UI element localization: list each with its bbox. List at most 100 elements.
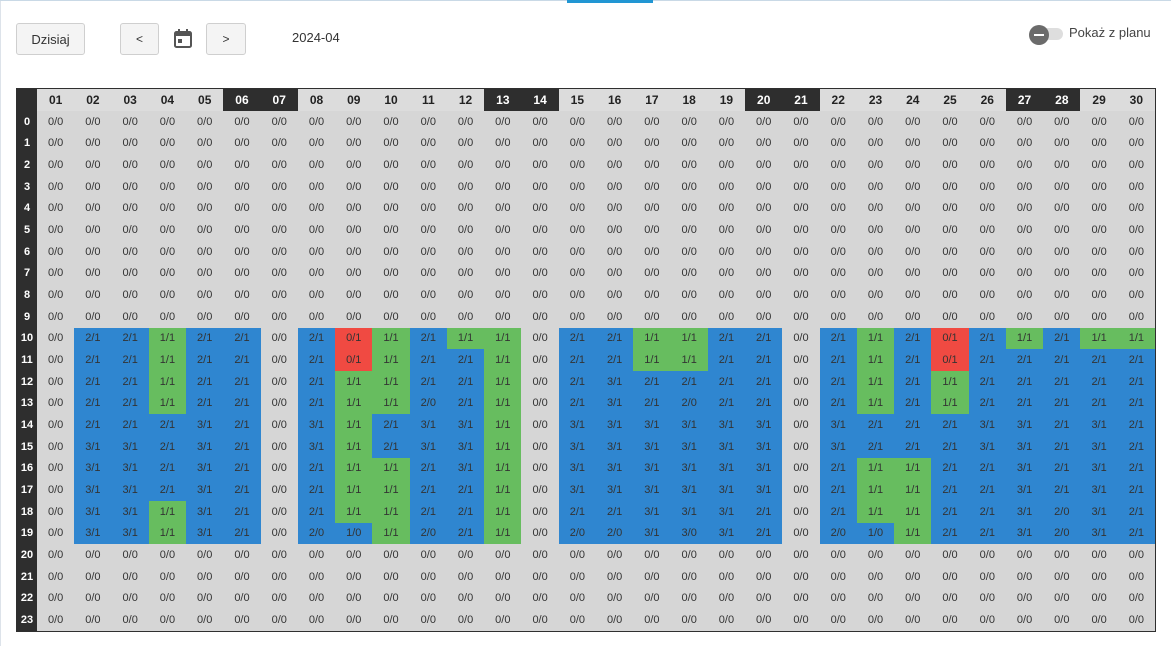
hour-cell: 2/1 <box>446 371 485 393</box>
hour-cell: 0/0 <box>148 566 187 588</box>
hour-cell: 1/1 <box>335 479 373 501</box>
hour-cell: 0/0 <box>372 197 410 220</box>
hour-cell: 0/0 <box>745 219 783 241</box>
hour-cell: 0/0 <box>521 154 559 176</box>
hour-cell: 0/0 <box>856 154 895 176</box>
hour-cell: 0/0 <box>37 327 75 350</box>
hour-cell: 0/0 <box>409 154 447 176</box>
today-button[interactable]: Dzisiaj <box>16 23 85 55</box>
hour-cell: 0/0 <box>372 284 410 306</box>
hour-cell: 0/0 <box>670 176 708 198</box>
hour-cell: 0/0 <box>707 566 746 588</box>
hour-cell: 0/0 <box>633 111 671 133</box>
hour-cell: 3/1 <box>596 392 634 415</box>
hour-cell: 0/0 <box>745 284 783 306</box>
hour-cell: 3/1 <box>707 414 746 436</box>
hour-cell: 0/0 <box>819 154 857 176</box>
hour-cell: 0/0 <box>484 284 522 306</box>
hour-cell: 0/0 <box>223 306 261 328</box>
hour-cell: 0/0 <box>297 197 336 220</box>
hour-cell: 0/0 <box>111 132 149 155</box>
day-header: 02 <box>74 89 112 111</box>
hour-cell: 0/0 <box>782 284 820 306</box>
hour-cell: 2/0 <box>1043 501 1081 523</box>
hour-cell: 0/0 <box>521 501 559 523</box>
hour-cell: 0/0 <box>335 609 373 631</box>
hour-cell: 0/0 <box>1117 241 1155 263</box>
hour-cell: 0/0 <box>1043 132 1081 155</box>
hour-cell: 0/0 <box>1043 284 1081 306</box>
hour-cell: 0/0 <box>1117 284 1155 306</box>
hour-cell: 0/0 <box>260 132 298 155</box>
hour-cell: 3/1 <box>1005 414 1044 436</box>
hour-cell: 0/0 <box>931 132 969 155</box>
hour-cell: 3/1 <box>670 414 708 436</box>
hour-cell: 0/0 <box>782 241 820 263</box>
hour-cell: 2/1 <box>223 414 261 436</box>
hour-cell: 2/1 <box>297 349 336 371</box>
hour-cell: 0/0 <box>521 522 559 545</box>
hour-cell: 0/0 <box>521 111 559 133</box>
hour-cell: 0/0 <box>782 306 820 328</box>
hour-cell: 0/0 <box>633 544 671 566</box>
hour-cell: 0/0 <box>1080 176 1118 198</box>
hour-cell: 0/0 <box>782 176 820 198</box>
hour-cell: 0/0 <box>335 241 373 263</box>
hour-header: 15 <box>17 436 37 458</box>
show-from-plan-toggle[interactable] <box>1029 25 1065 45</box>
next-month-button[interactable]: > <box>206 23 246 55</box>
hour-cell: 0/0 <box>335 306 373 328</box>
hour-cell: 2/1 <box>633 392 671 415</box>
hour-cell: 0/0 <box>372 306 410 328</box>
day-header: 22 <box>819 89 857 111</box>
day-header: 16 <box>596 89 634 111</box>
hour-cell: 0/0 <box>223 111 261 133</box>
previous-month-button[interactable]: < <box>120 23 159 55</box>
hour-cell: 0/0 <box>931 284 969 306</box>
hour-cell: 0/0 <box>521 392 559 415</box>
hour-cell: 0/0 <box>521 197 559 220</box>
hour-cell: 3/0 <box>670 522 708 545</box>
day-header: 18 <box>670 89 708 111</box>
hour-cell: 2/1 <box>1043 327 1081 350</box>
hour-cell: 0/0 <box>819 197 857 220</box>
hour-cell: 0/0 <box>148 197 187 220</box>
hour-cell: 0/0 <box>74 566 112 588</box>
hour-cell: 2/1 <box>297 501 336 523</box>
hour-cell: 1/1 <box>372 501 410 523</box>
hour-cell: 0/0 <box>297 219 336 241</box>
hour-cell: 0/0 <box>223 262 261 285</box>
hour-cell: 0/0 <box>111 566 149 588</box>
hour-cell: 3/1 <box>745 436 783 458</box>
hour-cell: 0/0 <box>931 111 969 133</box>
hour-cell: 0/0 <box>596 132 634 155</box>
calendar-icon[interactable] <box>172 28 194 50</box>
hour-cell: 0/0 <box>782 457 820 480</box>
hour-cell: 0/0 <box>335 284 373 306</box>
hour-cell: 0/0 <box>521 371 559 393</box>
hour-cell: 0/0 <box>148 609 187 631</box>
hour-cell: 0/0 <box>521 457 559 480</box>
hour-cell: 0/0 <box>148 176 187 198</box>
hour-cell: 0/0 <box>446 587 485 610</box>
hour-cell: 0/0 <box>670 609 708 631</box>
hour-cell: 0/0 <box>186 154 224 176</box>
hour-cell: 0/0 <box>931 587 969 610</box>
hour-cell: 2/1 <box>894 436 932 458</box>
hour-cell: 0/0 <box>894 241 932 263</box>
hour-cell: 2/1 <box>74 371 112 393</box>
hour-cell: 0/0 <box>782 154 820 176</box>
hour-cell: 0/0 <box>260 414 298 436</box>
hour-cell: 0/0 <box>446 219 485 241</box>
hour-cell: 2/1 <box>446 522 485 545</box>
hour-cell: 0/0 <box>1043 176 1081 198</box>
hour-cell: 0/0 <box>596 544 634 566</box>
hour-cell: 0/0 <box>484 609 522 631</box>
hour-cell: 0/0 <box>521 219 559 241</box>
hour-cell: 0/0 <box>186 176 224 198</box>
hour-header: 7 <box>17 262 37 285</box>
hour-cell: 0/0 <box>968 566 1006 588</box>
hour-cell: 3/1 <box>1080 414 1118 436</box>
hour-cell: 2/1 <box>111 414 149 436</box>
hour-cell: 2/1 <box>1043 479 1081 501</box>
